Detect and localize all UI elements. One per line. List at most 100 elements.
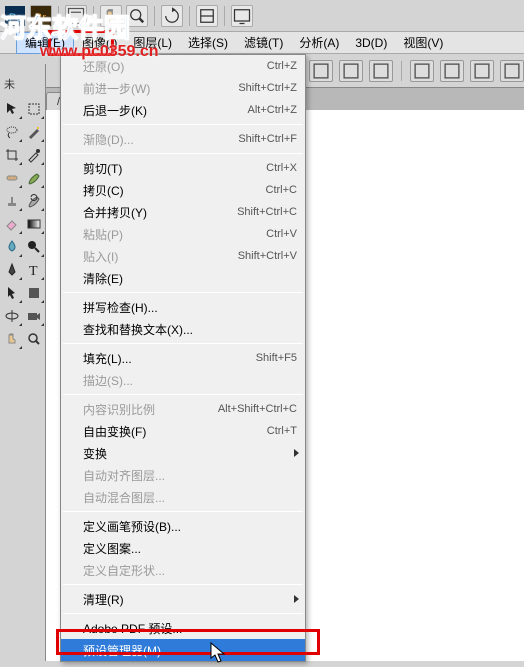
menu-item-label: 还原(O) [83, 58, 124, 75]
menu-item[interactable]: 清除(E) [61, 267, 305, 289]
menu-item[interactable]: 填充(L)...Shift+F5 [61, 347, 305, 369]
move-tool[interactable] [1, 98, 23, 120]
menu-item: 定义自定形状... [61, 559, 305, 581]
align-btn-2[interactable] [309, 60, 333, 82]
menu-edit[interactable]: 编辑(E) [16, 32, 74, 54]
menu-item[interactable]: 定义图案... [61, 537, 305, 559]
menu-item: 内容识别比例 Alt+Shift+Ctrl+C [61, 398, 305, 420]
zoom-icon[interactable] [126, 5, 148, 27]
align-btn-8[interactable] [500, 60, 524, 82]
path-select-tool[interactable] [1, 282, 23, 304]
menu-item: 粘贴(P) Ctrl+V [61, 223, 305, 245]
align-btn-6[interactable] [440, 60, 464, 82]
hand-tool[interactable] [1, 328, 23, 350]
wand-tool[interactable] [23, 121, 45, 143]
menu-item[interactable]: 合并拷贝(Y)Shift+Ctrl+C [61, 201, 305, 223]
menu-item[interactable]: 查找和替换文本(X)... [61, 318, 305, 340]
stamp-tool[interactable] [1, 190, 23, 212]
menu-item-shortcut: Shift+Ctrl+Z [238, 82, 297, 94]
brush-tool[interactable] [23, 167, 45, 189]
eraser-tool[interactable] [1, 213, 23, 235]
menu-item-label: 拷贝(C) [83, 182, 124, 199]
align-btn-3[interactable] [339, 60, 363, 82]
rotate-icon[interactable] [161, 5, 183, 27]
submenu-arrow-icon [294, 449, 299, 457]
menu-item-shortcut: Ctrl+Z [267, 60, 297, 72]
menu-3d[interactable]: 3D(D) [347, 32, 395, 54]
menu-item[interactable]: 自由变换(F)Ctrl+T [61, 420, 305, 442]
menu-item: 还原(O) Ctrl+Z [61, 55, 305, 77]
menu-item-label: 变换 [83, 445, 107, 462]
menu-item[interactable]: 后退一步(K) Alt+Ctrl+Z [61, 99, 305, 121]
lasso-tool[interactable] [1, 121, 23, 143]
menu-separator [63, 343, 303, 344]
menu-item-shortcut: Alt+Shift+Ctrl+C [218, 403, 297, 415]
menu-item: 描边(S)... [61, 369, 305, 391]
menu-separator [63, 153, 303, 154]
svg-text:Ps: Ps [9, 12, 23, 24]
menu-select[interactable]: 选择(S) [180, 32, 236, 54]
menu-item: 贴入(I)Shift+Ctrl+V [61, 245, 305, 267]
menu-item[interactable]: 剪切(T) Ctrl+X [61, 157, 305, 179]
menu-item-label: 前进一步(W) [83, 80, 150, 97]
menu-item-shortcut: Alt+Ctrl+Z [247, 104, 297, 116]
menu-item[interactable]: 预设管理器(M)... [61, 639, 305, 661]
zoom-tool[interactable] [23, 328, 45, 350]
menu-item-label: 定义自定形状... [83, 562, 165, 579]
menu-item[interactable]: 清理(R) [61, 588, 305, 610]
menu-filter[interactable]: 滤镜(T) [236, 32, 291, 54]
menu-item-shortcut: Shift+Ctrl+F [238, 133, 297, 145]
marquee-tool[interactable] [23, 98, 45, 120]
menu-analysis[interactable]: 分析(A) [291, 32, 347, 54]
menu-item-shortcut: Ctrl+V [266, 228, 297, 240]
menu-view[interactable]: 视图(V) [395, 32, 451, 54]
menu-layer[interactable]: 图层(L) [125, 32, 180, 54]
menu-item-shortcut: Ctrl+X [266, 162, 297, 174]
menu-item-shortcut: Ctrl+T [267, 425, 297, 437]
menu-item-label: Adobe PDF 预设... [83, 620, 182, 637]
align-btn-7[interactable] [470, 60, 494, 82]
menu-item-shortcut: Shift+Ctrl+V [238, 250, 297, 262]
eyedropper-tool[interactable] [23, 144, 45, 166]
menu-item[interactable]: 拼写检查(H)... [61, 296, 305, 318]
menu-item-label: 后退一步(K) [83, 102, 147, 119]
menu-item[interactable]: 拷贝(C)Ctrl+C [61, 179, 305, 201]
submenu-arrow-icon [294, 595, 299, 603]
type-tool[interactable]: T [23, 259, 45, 281]
crop-tool[interactable] [1, 144, 23, 166]
menu-item[interactable]: 变换 [61, 442, 305, 464]
menu-image[interactable]: 图像(I) [74, 32, 125, 54]
menu-item-label: 渐隐(D)... [83, 131, 134, 148]
gradient-tool[interactable] [23, 213, 45, 235]
dodge-tool[interactable] [23, 236, 45, 258]
menu-item[interactable]: 定义画笔预设(B)... [61, 515, 305, 537]
blur-tool[interactable] [1, 236, 23, 258]
3d-camera-tool[interactable] [23, 305, 45, 327]
extras-icon[interactable] [65, 5, 87, 27]
menu-item-label: 清除(E) [83, 270, 123, 287]
pen-tool[interactable] [1, 259, 23, 281]
menu-item-shortcut: Shift+Ctrl+C [237, 206, 297, 218]
separator [401, 61, 402, 81]
align-btn-5[interactable] [410, 60, 434, 82]
svg-text:T: T [29, 264, 38, 278]
shape-tool[interactable] [23, 282, 45, 304]
separator [93, 6, 94, 26]
menu-item[interactable]: Adobe PDF 预设... [61, 617, 305, 639]
healing-tool[interactable] [1, 167, 23, 189]
arrange-icon[interactable] [196, 5, 218, 27]
br-icon[interactable]: Br [30, 5, 52, 27]
screen-mode-icon[interactable] [231, 5, 253, 27]
hand-icon[interactable] [100, 5, 122, 27]
menu-item-label: 剪切(T) [83, 160, 122, 177]
menu-item-label: 填充(L)... [83, 350, 132, 367]
ps-icon[interactable]: Ps [4, 5, 26, 27]
menu-item-label: 定义图案... [83, 540, 141, 557]
menu-item-label: 清理(R) [83, 591, 124, 608]
menu-item-label: 内容识别比例 [83, 401, 155, 418]
history-brush-tool[interactable] [23, 190, 45, 212]
menu-item-label: 粘贴(P) [83, 226, 123, 243]
3d-rotate-tool[interactable] [1, 305, 23, 327]
align-btn-4[interactable] [369, 60, 393, 82]
menu-item-label: 查找和替换文本(X)... [83, 321, 193, 338]
